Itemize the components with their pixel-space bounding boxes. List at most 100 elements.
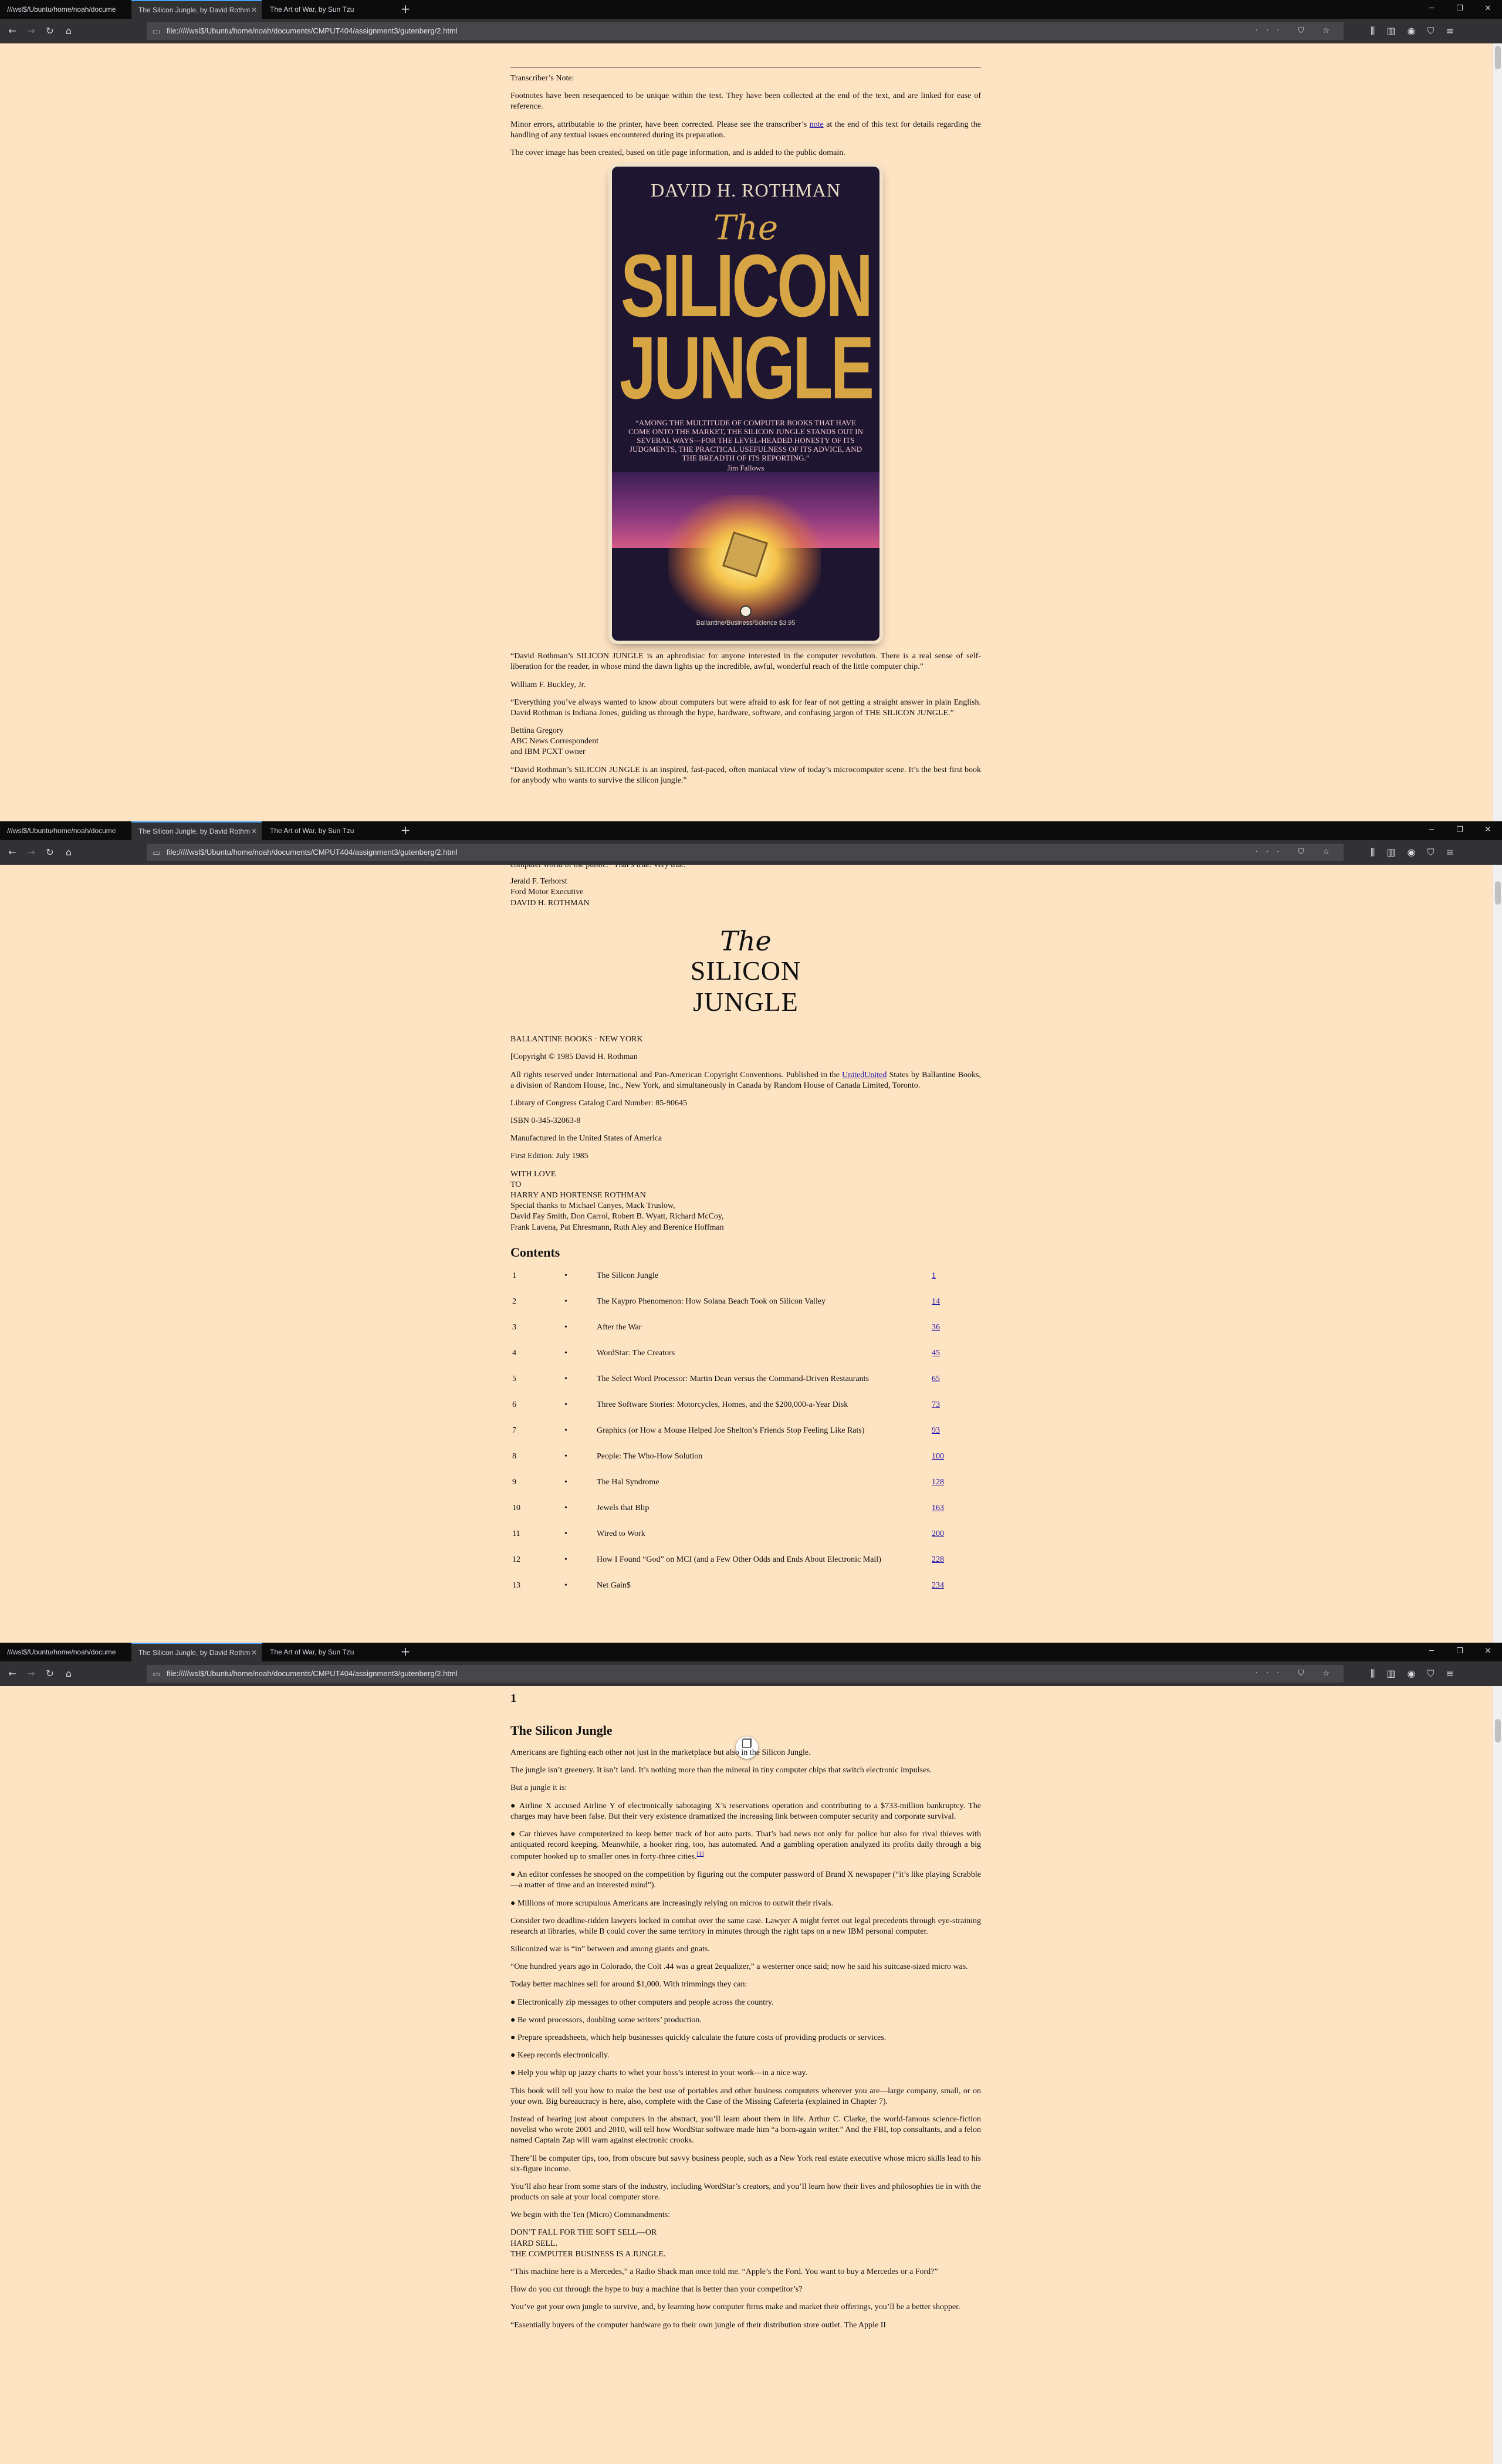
new-tab-button[interactable]: +	[397, 0, 414, 19]
scrollbar-thumb[interactable]	[1495, 1719, 1501, 1742]
scrollbar-thumb[interactable]	[1495, 46, 1501, 69]
paragraph: This book will tell you how to make the …	[510, 2086, 981, 2106]
sidebar-icon[interactable]: ▥	[1386, 847, 1407, 858]
united-link[interactable]: United	[842, 1071, 864, 1079]
page-actions[interactable]: ··· ⛉ ☆	[1256, 22, 1338, 40]
text: Special thanks to Michael Canyes, Mack T…	[510, 1201, 675, 1211]
footnote-link[interactable]: [1]	[697, 1851, 704, 1857]
toc-page-link[interactable]: 228	[932, 1555, 944, 1564]
tab-art-of-war[interactable]: The Art of War, by Sun Tzu	[263, 1643, 393, 1661]
maximize-icon[interactable]: ❐	[1446, 0, 1474, 19]
library-icon[interactable]: ⫼	[1371, 25, 1386, 36]
account-icon[interactable]: ◉	[1408, 25, 1427, 36]
page-actions[interactable]: ··· ⛉ ☆	[1256, 844, 1338, 861]
back-arrow-icon[interactable]: ←	[5, 1666, 20, 1681]
toc-page-link[interactable]: 100	[932, 1452, 944, 1461]
minimize-icon[interactable]: ─	[1418, 0, 1446, 19]
sidebar-icon[interactable]: ▥	[1386, 25, 1407, 36]
reload-icon[interactable]: ↻	[42, 1666, 57, 1681]
back-arrow-icon[interactable]: ←	[5, 845, 20, 860]
toc-page-link[interactable]: 234	[932, 1581, 944, 1590]
united-link[interactable]: United	[864, 1071, 887, 1079]
tab-silicon-jungle[interactable]: The Silicon Jungle, by David Rothm ✕	[131, 0, 262, 19]
account-icon[interactable]: ◉	[1408, 1668, 1427, 1679]
minimize-icon[interactable]: ─	[1418, 821, 1446, 840]
reload-icon[interactable]: ↻	[42, 23, 57, 39]
forward-arrow-icon[interactable]: →	[23, 23, 39, 39]
tab-art-of-war[interactable]: The Art of War, by Sun Tzu	[263, 821, 393, 840]
home-icon[interactable]: ⌂	[61, 845, 76, 860]
sidebar-icon[interactable]: ▥	[1386, 1668, 1407, 1679]
toc-page-link[interactable]: 73	[932, 1400, 940, 1409]
home-icon[interactable]: ⌂	[61, 23, 76, 39]
note-link[interactable]: note	[810, 120, 824, 129]
toolbar-icons[interactable]: ⫼▥◉⛉≡	[1371, 845, 1466, 860]
url-text[interactable]: file://///wsl$/Ubuntu/home/noah/document…	[167, 26, 458, 35]
paragraph: Americans are fighting each other not ju…	[510, 1748, 811, 1757]
toc-page-link[interactable]: 200	[932, 1529, 944, 1538]
toc-row: 6 • Three Software Stories: Motorcycles, H…	[510, 1400, 981, 1426]
toc-page-link[interactable]: 36	[932, 1323, 940, 1332]
forward-arrow-icon[interactable]: →	[23, 1666, 39, 1681]
scrollbar[interactable]	[1493, 43, 1502, 821]
maximize-icon[interactable]: ❐	[1446, 821, 1474, 840]
library-icon[interactable]: ⫼	[1371, 847, 1386, 858]
url-text[interactable]: file://///wsl$/Ubuntu/home/noah/document…	[167, 1669, 458, 1678]
close-icon[interactable]: ✕	[1474, 0, 1502, 19]
toc-bullet: •	[564, 1400, 567, 1409]
bullet-paragraph: ● Prepare spreadsheets, which help busin…	[510, 2033, 887, 2043]
transcriber-note-label: Transcriber’s Note:	[510, 74, 574, 83]
toc-page-link[interactable]: 14	[932, 1297, 940, 1306]
account-icon[interactable]: ◉	[1408, 847, 1427, 858]
maximize-icon[interactable]: ❐	[1446, 1643, 1474, 1661]
reload-icon[interactable]: ↻	[42, 845, 57, 860]
menu-icon[interactable]: ≡	[1446, 847, 1465, 858]
tab-silicon-jungle[interactable]: The Silicon Jungle, by David Rothm ✕	[131, 1643, 262, 1661]
page-viewport: computer world of the public.” That’s tr…	[0, 865, 1502, 1643]
title-page: The SILICON JUNGLE	[510, 926, 981, 1018]
scrollbar[interactable]	[1493, 1686, 1502, 2464]
toc-page-link[interactable]: 45	[932, 1349, 940, 1358]
toc-bullet: •	[564, 1297, 567, 1306]
toolbar-icons[interactable]: ⫼▥◉⛉≡	[1371, 23, 1466, 39]
new-tab-button[interactable]: +	[397, 1643, 414, 1661]
url-text[interactable]: file://///wsl$/Ubuntu/home/noah/document…	[167, 848, 458, 857]
shield-icon[interactable]: ⛉	[1427, 1668, 1446, 1679]
url-bar[interactable]: ▭ file://///wsl$/Ubuntu/home/noah/docume…	[147, 844, 1344, 861]
toc-page-link[interactable]: 1	[932, 1271, 936, 1280]
home-icon[interactable]: ⌂	[61, 1666, 76, 1681]
tab-file-directory[interactable]: ///wsl$/Ubuntu/home/noah/docume	[0, 821, 130, 840]
tab-file-directory[interactable]: ///wsl$/Ubuntu/home/noah/docume	[0, 1643, 130, 1661]
minimize-icon[interactable]: ─	[1418, 1643, 1446, 1661]
new-tab-button[interactable]: +	[397, 821, 414, 840]
close-tab-icon[interactable]: ✕	[251, 823, 257, 840]
forward-arrow-icon[interactable]: →	[23, 845, 39, 860]
scrollbar-thumb[interactable]	[1495, 881, 1501, 905]
back-arrow-icon[interactable]: ←	[5, 23, 20, 39]
menu-icon[interactable]: ≡	[1446, 25, 1465, 36]
tab-file-directory[interactable]: ///wsl$/Ubuntu/home/noah/docume	[0, 0, 130, 19]
toolbar-icons[interactable]: ⫼▥◉⛉≡	[1371, 1666, 1466, 1681]
tab-label: The Art of War, by Sun Tzu	[270, 5, 354, 13]
page-actions[interactable]: ··· ⛉ ☆	[1256, 1665, 1338, 1683]
toc-page-link[interactable]: 93	[932, 1426, 940, 1435]
shield-icon[interactable]: ⛉	[1427, 25, 1446, 36]
close-tab-icon[interactable]: ✕	[251, 1644, 257, 1661]
tab-silicon-jungle[interactable]: The Silicon Jungle, by David Rothm ✕	[131, 821, 262, 840]
tab-strip: ///wsl$/Ubuntu/home/noah/docume The Sili…	[0, 1643, 1502, 1661]
close-tab-icon[interactable]: ✕	[251, 1, 257, 19]
library-icon[interactable]: ⫼	[1371, 1668, 1386, 1679]
menu-icon[interactable]: ≡	[1446, 1668, 1465, 1679]
url-bar[interactable]: ▭ file://///wsl$/Ubuntu/home/noah/docume…	[147, 1665, 1344, 1683]
toc-bullet: •	[564, 1529, 567, 1538]
toc-page-link[interactable]: 65	[932, 1375, 940, 1383]
shield-icon[interactable]: ⛉	[1427, 847, 1446, 858]
close-icon[interactable]: ✕	[1474, 821, 1502, 840]
toc-page-link[interactable]: 128	[932, 1478, 944, 1487]
close-icon[interactable]: ✕	[1474, 1643, 1502, 1661]
scrollbar[interactable]	[1493, 865, 1502, 1643]
url-bar[interactable]: ▭ file://///wsl$/Ubuntu/home/noah/docume…	[147, 22, 1344, 40]
page-viewport: Transcriber’s Note: Footnotes have been …	[0, 43, 1502, 821]
tab-art-of-war[interactable]: The Art of War, by Sun Tzu	[263, 0, 393, 19]
toc-page-link[interactable]: 163	[932, 1504, 944, 1512]
